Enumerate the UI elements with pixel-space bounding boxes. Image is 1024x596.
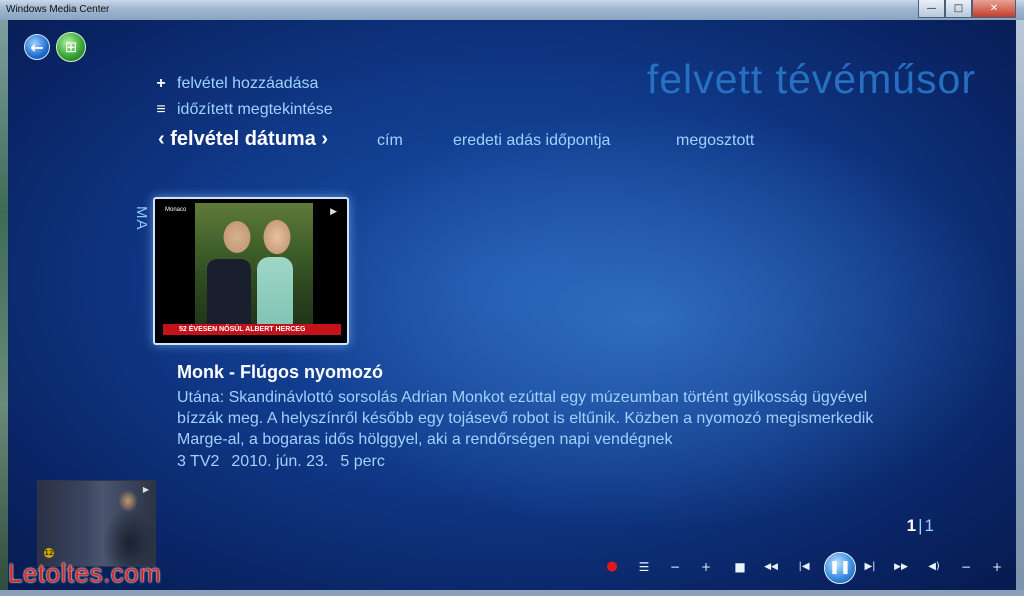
watermark: Letoltes.com <box>8 558 162 588</box>
stop-button[interactable]: ■ <box>732 559 748 575</box>
pause-button[interactable]: ❚❚ <box>824 552 856 584</box>
channel-down-button[interactable]: − <box>667 559 683 575</box>
view-scheduled-action[interactable]: ≡ időzített megtekintése <box>153 101 333 119</box>
page-title: felvett tévéműsor <box>646 56 976 102</box>
tab-recording-date[interactable]: ‹ felvétel dátuma › <box>158 128 328 151</box>
volume-up-button[interactable]: + <box>989 559 1005 575</box>
fast-forward-button[interactable]: ▶▶ <box>893 559 909 575</box>
recording-title: Monk - Flúgos nyomozó <box>177 362 383 382</box>
thumbnail-image <box>195 203 313 335</box>
recording-meta: 3 TV2 2010. jún. 23. 5 perc <box>177 453 397 471</box>
record-button[interactable]: ● <box>604 559 620 575</box>
rewind-button[interactable]: ◀◀ <box>763 559 779 575</box>
title-bar: Windows Media Center — □ ✕ <box>0 0 1024 21</box>
chevron-right-icon[interactable]: › <box>321 128 328 150</box>
thumbnail-channel-tag: Monaco <box>165 207 187 213</box>
total-pages: 1 <box>924 516 934 535</box>
list-icon: ≡ <box>156 101 166 118</box>
window-frame-right <box>1016 20 1024 596</box>
window-frame-bottom <box>0 590 1024 596</box>
tab-shared[interactable]: megosztott <box>676 132 754 150</box>
start-button[interactable]: ⊞ <box>56 32 86 62</box>
mute-button[interactable]: ◀) <box>926 559 942 575</box>
skip-forward-button[interactable]: ▶| <box>862 559 878 575</box>
date-group-label: MA <box>133 206 150 231</box>
mini-player-video <box>38 481 155 566</box>
media-center-content: ← ⊞ + felvétel hozzáadása ≡ időzített megt… <box>8 20 1016 590</box>
channel-logo-icon: ▶ <box>330 207 337 217</box>
guide-button[interactable]: ☰ <box>636 559 652 575</box>
skip-back-button[interactable]: |◀ <box>796 559 812 575</box>
chevron-left-icon[interactable]: ‹ <box>158 128 165 150</box>
add-recording-action[interactable]: + felvétel hozzáadása <box>153 75 318 93</box>
view-scheduled-label: időzített megtekintése <box>177 101 333 118</box>
tab-original-air-date[interactable]: eredeti adás időpontja <box>453 132 610 150</box>
mini-player-channel-logo-icon: ▶ <box>142 485 149 494</box>
close-button[interactable]: ✕ <box>972 0 1016 18</box>
minimize-button[interactable]: — <box>918 0 945 18</box>
news-ticker: 52 ÉVESEN NŐSÜL ALBERT HERCEG <box>163 324 341 335</box>
add-recording-label: felvétel hozzáadása <box>177 75 319 92</box>
tab-recording-date-label: felvétel dátuma <box>170 128 316 150</box>
channel-up-button[interactable]: + <box>698 559 714 575</box>
plus-icon: + <box>156 75 166 92</box>
recording-duration: 5 perc <box>340 453 385 470</box>
tab-title[interactable]: cím <box>377 132 403 150</box>
maximize-button[interactable]: □ <box>945 0 972 18</box>
page-counter: 1 | 1 <box>907 516 934 536</box>
current-page: 1 <box>906 516 917 535</box>
recording-date: 2010. jún. 23. <box>231 453 329 470</box>
window-title: Windows Media Center <box>6 4 110 15</box>
back-arrow-icon: ← <box>30 37 44 57</box>
window-frame-left <box>0 20 8 596</box>
transport-controls: ● ☰ − + ■ ◀◀ |◀ ❚❚ ▶| ▶▶ ◀) − + <box>604 552 1008 584</box>
window-controls: — □ ✕ <box>918 0 1016 18</box>
windows-logo-icon: ⊞ <box>64 38 78 56</box>
back-button[interactable]: ← <box>24 34 50 60</box>
age-rating-badge: 12 <box>44 548 54 558</box>
volume-down-button[interactable]: − <box>958 559 974 575</box>
recording-description: Utána: Skandinávlottó sorsolás Adrian Mo… <box>177 389 874 448</box>
page-separator: | <box>918 516 923 535</box>
recording-thumbnail[interactable]: Monaco ▶ 52 ÉVESEN NŐSÜL ALBERT HERCEG <box>153 197 349 345</box>
mini-video-player[interactable]: 12 ▶ <box>37 480 156 567</box>
recording-channel: 3 TV2 <box>177 453 220 470</box>
